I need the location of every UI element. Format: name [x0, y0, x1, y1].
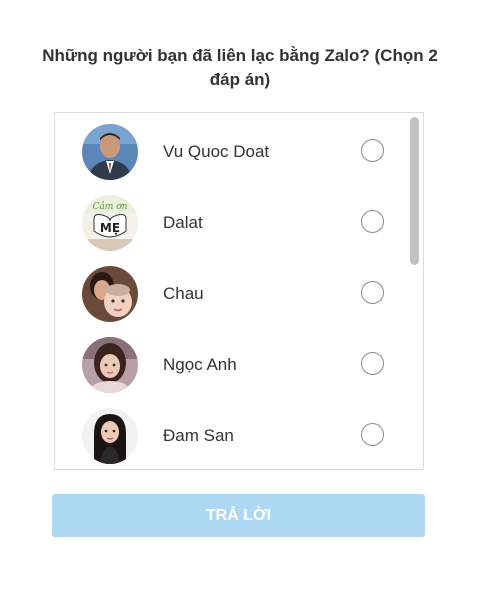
- contact-name: Dalat: [163, 213, 203, 232]
- zalo-friend-quiz: Những người bạn đã liên lạc bằng Zalo? (…: [0, 0, 480, 615]
- contact-name: Ngọc Anh: [163, 355, 237, 374]
- radio-button[interactable]: [361, 281, 384, 304]
- list-item-dalat[interactable]: Cảm ơn MẸ Dalat: [55, 188, 405, 258]
- question-title: Những người bạn đã liên lạc bằng Zalo? (…: [42, 46, 438, 89]
- contact-name: Chau: [163, 284, 204, 303]
- avatar: [82, 337, 138, 393]
- radio-button[interactable]: [361, 423, 384, 446]
- contact-list[interactable]: Vu Quoc Doat Cảm ơn MẸ Dalat Chau Ngọc A…: [54, 112, 424, 470]
- scrollbar-thumb[interactable]: [410, 117, 419, 265]
- svg-text:Cảm ơn: Cảm ơn: [93, 201, 128, 212]
- avatar: [82, 124, 138, 180]
- avatar: [82, 408, 138, 464]
- list-item-dam-san[interactable]: Đam San: [55, 401, 405, 469]
- list-item-ngoc-anh[interactable]: Ngọc Anh: [55, 330, 405, 400]
- svg-text:MẸ: MẸ: [100, 221, 120, 235]
- contact-name: Vu Quoc Doat: [163, 142, 270, 161]
- avatar: [82, 266, 138, 322]
- contact-name: Đam San: [163, 426, 234, 445]
- radio-button[interactable]: [361, 139, 384, 162]
- list-item-chau[interactable]: Chau: [55, 259, 405, 329]
- avatar: Cảm ơn MẸ: [82, 195, 138, 251]
- list-item-vu-quoc-doat[interactable]: Vu Quoc Doat: [55, 117, 405, 187]
- radio-button[interactable]: [361, 352, 384, 375]
- submit-answer-button[interactable]: TRẢ LỜI: [52, 494, 425, 537]
- radio-button[interactable]: [361, 210, 384, 233]
